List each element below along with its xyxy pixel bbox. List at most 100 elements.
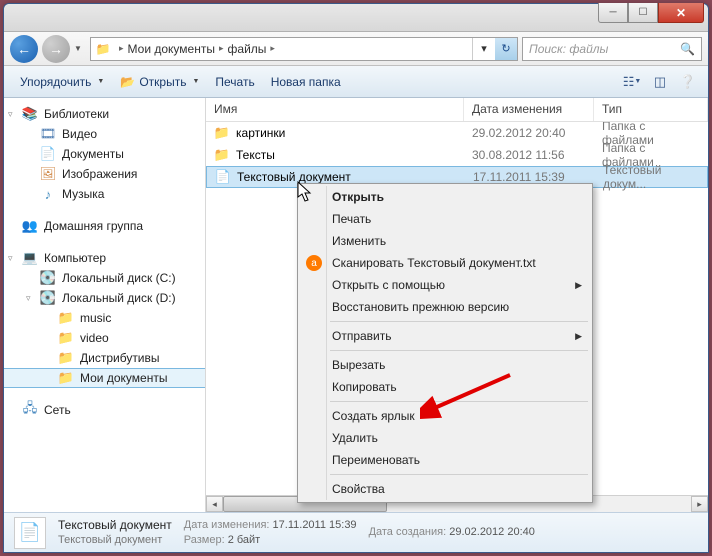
avast-icon: a [306, 255, 322, 271]
drive-icon: 💽 [40, 270, 56, 286]
minimize-button[interactable]: ─ [598, 3, 628, 23]
open-button[interactable]: 📂Открыть▼ [112, 72, 207, 92]
separator [330, 474, 588, 475]
preview-pane-button[interactable]: ◫ [648, 71, 672, 93]
column-date[interactable]: Дата изменения [464, 98, 594, 121]
address-dropdown[interactable]: ▾ [473, 38, 495, 60]
navigation-pane: ▿📚Библиотеки 🎞Видео 📄Документы 🖼Изображе… [4, 98, 206, 512]
folder-icon: 📁 [95, 41, 111, 57]
computer-icon: 💻 [22, 250, 38, 266]
navigation-bar: ← → ▼ 📁 ▸ Мои документы ▸ файлы ▸ ▾ ↻ По… [4, 32, 708, 66]
search-placeholder: Поиск: файлы [529, 42, 608, 56]
homegroup-icon: 👥 [22, 218, 38, 234]
separator [330, 350, 588, 351]
ctx-openwith[interactable]: Открыть с помощью▶ [300, 274, 590, 296]
tree-network[interactable]: 🖧Сеть [4, 400, 205, 420]
breadcrumb-segment[interactable]: Мои документы [128, 42, 215, 56]
forward-button[interactable]: → [42, 35, 70, 63]
column-type[interactable]: Тип [594, 98, 708, 121]
tree-folder-video[interactable]: 📁video [4, 328, 205, 348]
view-menu[interactable]: ☷ ▼ [620, 71, 644, 93]
libraries-icon: 📚 [22, 106, 38, 122]
history-dropdown[interactable]: ▼ [74, 44, 86, 53]
separator [330, 321, 588, 322]
tree-libraries[interactable]: ▿📚Библиотеки [4, 104, 205, 124]
breadcrumb-segment[interactable]: файлы [228, 42, 267, 56]
titlebar[interactable]: ─ ☐ ✕ [4, 4, 708, 32]
images-icon: 🖼 [40, 166, 56, 182]
print-button[interactable]: Печать [207, 72, 262, 92]
file-type-icon: 📄 [14, 517, 46, 549]
folder-icon: 📁 [58, 310, 74, 326]
submenu-arrow-icon: ▶ [575, 280, 582, 291]
tree-disk-c[interactable]: 💽Локальный диск (C:) [4, 268, 205, 288]
tree-documents[interactable]: 📄Документы [4, 144, 205, 164]
submenu-arrow-icon: ▶ [575, 331, 582, 342]
video-icon: 🎞 [40, 126, 56, 142]
refresh-button[interactable]: ↻ [495, 38, 517, 60]
toolbar: Упорядочить▼ 📂Открыть▼ Печать Новая папк… [4, 66, 708, 98]
new-folder-button[interactable]: Новая папка [263, 72, 349, 92]
back-button[interactable]: ← [10, 35, 38, 63]
breadcrumb-arrow-icon[interactable]: ▸ [266, 43, 279, 54]
ctx-properties[interactable]: Свойства [300, 478, 590, 500]
column-name[interactable]: Имя [206, 98, 464, 121]
folder-icon: 📁 [214, 147, 230, 163]
ctx-cut[interactable]: Вырезать [300, 354, 590, 376]
drive-icon: 💽 [40, 290, 56, 306]
file-type: Текстовый докум... [595, 163, 707, 191]
separator [330, 401, 588, 402]
collapse-icon[interactable]: ▿ [8, 253, 13, 264]
tree-folder-music[interactable]: 📁music [4, 308, 205, 328]
breadcrumb-arrow-icon[interactable]: ▸ [215, 43, 228, 54]
ctx-delete[interactable]: Удалить [300, 427, 590, 449]
folder-icon: 📁 [58, 370, 74, 386]
column-headers: Имя Дата изменения Тип [206, 98, 708, 122]
folder-icon: 📁 [58, 330, 74, 346]
search-icon: 🔍 [680, 42, 695, 56]
help-button[interactable]: ❔ [676, 71, 700, 93]
tree-disk-d[interactable]: ▿💽Локальный диск (D:) [4, 288, 205, 308]
open-icon: 📂 [120, 75, 135, 89]
address-bar[interactable]: 📁 ▸ Мои документы ▸ файлы ▸ ▾ ↻ [90, 37, 518, 61]
ctx-open[interactable]: Открыть [300, 186, 590, 208]
organize-menu[interactable]: Упорядочить▼ [12, 72, 112, 92]
close-button[interactable]: ✕ [658, 3, 704, 23]
scroll-left-button[interactable]: ◂ [206, 496, 223, 512]
details-pane: 📄 Текстовый документ Текстовый документ … [4, 512, 708, 552]
tree-music[interactable]: ♪Музыка [4, 184, 205, 204]
tree-computer[interactable]: ▿💻Компьютер [4, 248, 205, 268]
file-date: 17.11.2011 15:39 [465, 170, 595, 184]
file-name: картинки [236, 126, 285, 140]
music-icon: ♪ [40, 186, 56, 202]
tree-folder-distrib[interactable]: 📁Дистрибутивы [4, 348, 205, 368]
breadcrumb-arrow-icon[interactable]: ▸ [115, 43, 128, 54]
ctx-sendto[interactable]: Отправить▶ [300, 325, 590, 347]
collapse-icon[interactable]: ▿ [8, 109, 13, 120]
status-filetype: Текстовый документ [58, 533, 172, 548]
maximize-button[interactable]: ☐ [628, 3, 658, 23]
tree-images[interactable]: 🖼Изображения [4, 164, 205, 184]
folder-icon: 📁 [214, 125, 230, 141]
context-menu: Открыть Печать Изменить aСканировать Тек… [297, 183, 593, 503]
ctx-print[interactable]: Печать [300, 208, 590, 230]
scroll-right-button[interactable]: ▸ [691, 496, 708, 512]
tree-folder-mydocs[interactable]: 📁Мои документы [4, 368, 205, 388]
documents-icon: 📄 [40, 146, 56, 162]
status-filename: Текстовый документ [58, 518, 172, 533]
file-name: Текстовый документ [237, 170, 351, 184]
network-icon: 🖧 [22, 402, 38, 418]
file-name: Тексты [236, 148, 275, 162]
folder-icon: 📁 [58, 350, 74, 366]
ctx-restore[interactable]: Восстановить прежнюю версию [300, 296, 590, 318]
search-input[interactable]: Поиск: файлы 🔍 [522, 37, 702, 61]
ctx-rename[interactable]: Переименовать [300, 449, 590, 471]
ctx-copy[interactable]: Копировать [300, 376, 590, 398]
ctx-edit[interactable]: Изменить [300, 230, 590, 252]
tree-homegroup[interactable]: 👥Домашняя группа [4, 216, 205, 236]
text-file-icon: 📄 [215, 169, 231, 185]
ctx-scan[interactable]: aСканировать Текстовый документ.txt [300, 252, 590, 274]
tree-video[interactable]: 🎞Видео [4, 124, 205, 144]
ctx-shortcut[interactable]: Создать ярлык [300, 405, 590, 427]
collapse-icon[interactable]: ▿ [26, 293, 31, 304]
